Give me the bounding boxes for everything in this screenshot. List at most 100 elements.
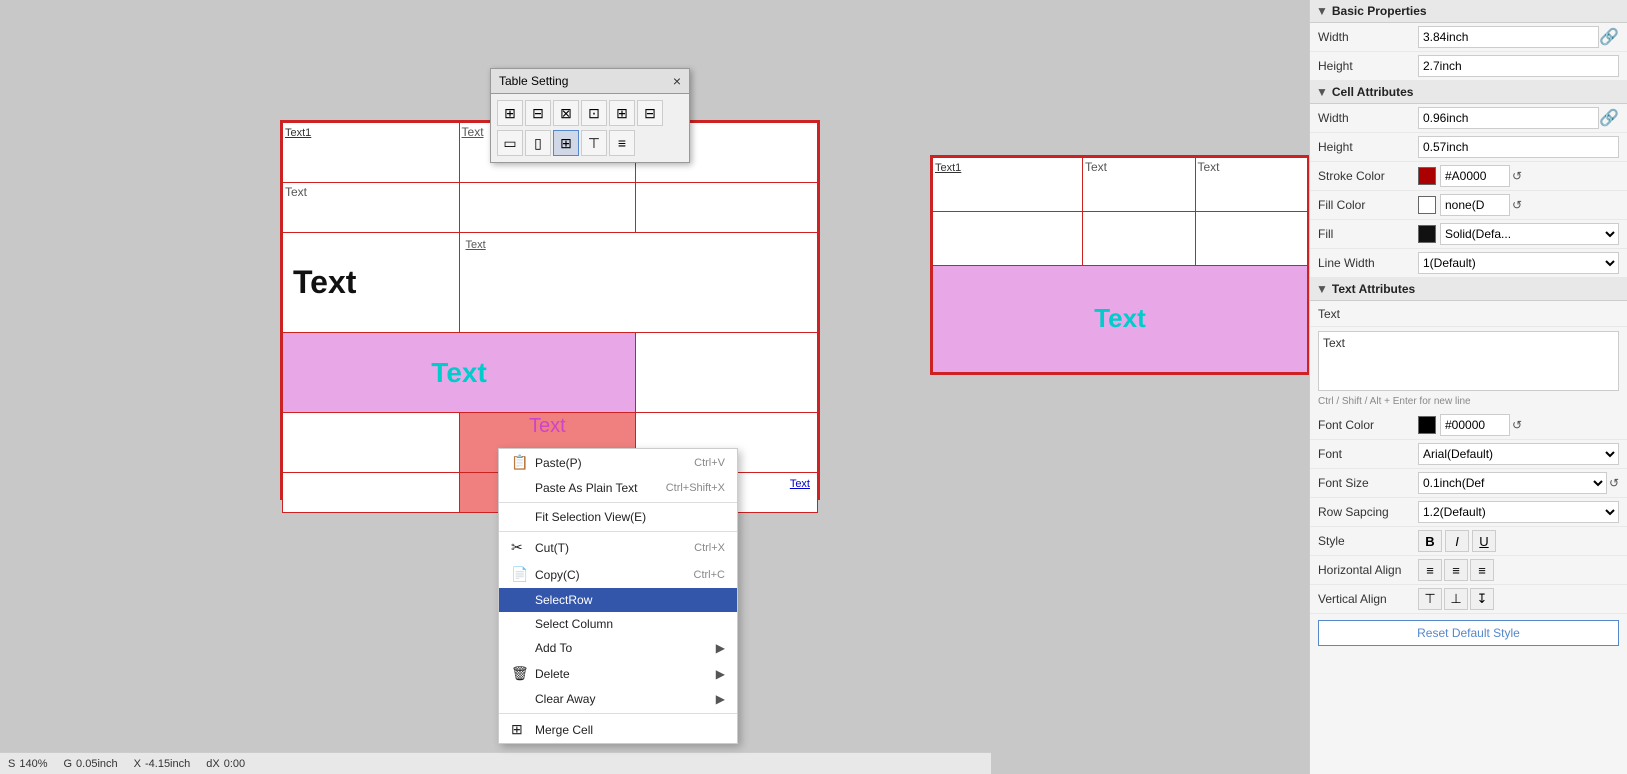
link-proportional-icon[interactable]: 🔗 bbox=[1599, 27, 1619, 47]
font-color-input[interactable] bbox=[1440, 414, 1510, 436]
stroke-color-swatch[interactable] bbox=[1418, 167, 1436, 185]
ctx-clear-label: Clear Away bbox=[535, 692, 716, 706]
table-icon-1[interactable]: ⊞ bbox=[497, 100, 523, 126]
panel-row-width: Width 🔗 bbox=[1310, 23, 1627, 52]
v-align-middle[interactable]: ⊥ bbox=[1444, 588, 1468, 610]
ctx-add-to[interactable]: Add To ▶ bbox=[499, 636, 737, 660]
ctx-paste[interactable]: 📋 Paste(P) Ctrl+V bbox=[499, 449, 737, 476]
ctx-cut[interactable]: ✂ Cut(T) Ctrl+X bbox=[499, 534, 737, 561]
ctx-select-column[interactable]: Select Column bbox=[499, 612, 737, 636]
delete-arrow-icon: ▶ bbox=[716, 667, 725, 681]
delete-icon: 🗑 bbox=[511, 665, 529, 682]
table-icon-9[interactable]: ⊞ bbox=[553, 130, 579, 156]
fill-solid-swatch[interactable] bbox=[1418, 225, 1436, 243]
x-label: X bbox=[134, 758, 141, 770]
h-align-center[interactable]: ≡ bbox=[1444, 559, 1468, 581]
font-size-reset-icon[interactable]: ↺ bbox=[1609, 476, 1619, 490]
text-attributes-header: ▼ Text Attributes bbox=[1310, 278, 1627, 301]
cell-height-label: Height bbox=[1318, 140, 1418, 154]
style-buttons: B I U bbox=[1418, 530, 1496, 552]
panel-row-style: Style B I U bbox=[1310, 527, 1627, 556]
cell-link-icon[interactable]: 🔗 bbox=[1599, 108, 1619, 128]
ctx-add-label: Add To bbox=[535, 641, 716, 655]
ctx-sep2 bbox=[499, 531, 737, 532]
scale-status: S 140% bbox=[8, 758, 47, 770]
status-bar: S 140% G 0.05inch X -4.15inch dX 0:00 bbox=[0, 752, 991, 774]
ctx-paste-shortcut: Ctrl+V bbox=[694, 457, 725, 469]
text-area[interactable]: Text bbox=[1318, 331, 1619, 391]
ctx-fit-label: Fit Selection View(E) bbox=[535, 510, 725, 524]
cell-text1: Text1 bbox=[285, 127, 311, 139]
table-icon-4[interactable]: ⊡ bbox=[581, 100, 607, 126]
panel-row-fill: Fill Solid(Defa... bbox=[1310, 220, 1627, 249]
canvas-area: Text1 Text Text Text Text bbox=[0, 0, 1309, 774]
table-icon-11[interactable]: ≡ bbox=[609, 130, 635, 156]
dialog-close-button[interactable]: × bbox=[673, 73, 681, 89]
stroke-color-reset-icon[interactable]: ↺ bbox=[1512, 169, 1522, 183]
paste-icon: 📋 bbox=[511, 454, 529, 471]
dx-status: dX 0:00 bbox=[206, 758, 245, 770]
right-cell-text3: Text bbox=[1198, 160, 1220, 174]
ctx-copy-shortcut: Ctrl+C bbox=[694, 569, 725, 581]
basic-properties-title: Basic Properties bbox=[1332, 4, 1427, 18]
main-table[interactable]: Text1 Text Text Text Text bbox=[280, 120, 820, 500]
dialog-title: Table Setting bbox=[499, 74, 568, 88]
ctx-copy[interactable]: 📄 Copy(C) Ctrl+C bbox=[499, 561, 737, 588]
h-align-right[interactable]: ≡ bbox=[1470, 559, 1494, 581]
panel-row-fill-color: Fill Color ↺ bbox=[1310, 191, 1627, 220]
collapse-icon-cell[interactable]: ▼ bbox=[1316, 85, 1328, 99]
cell-width-label: Width bbox=[1318, 111, 1418, 125]
width-input[interactable] bbox=[1418, 26, 1599, 48]
row-spacing-label: Row Sapcing bbox=[1318, 505, 1418, 519]
cell-height-input[interactable] bbox=[1418, 136, 1619, 158]
scale-label: S bbox=[8, 758, 15, 770]
table-icon-7[interactable]: ▭ bbox=[497, 130, 523, 156]
h-align-label: Horizontal Align bbox=[1318, 563, 1418, 577]
ctx-delete-label: Delete bbox=[535, 667, 716, 681]
height-input[interactable] bbox=[1418, 55, 1619, 77]
table-icon-2[interactable]: ⊟ bbox=[525, 100, 551, 126]
font-select[interactable]: Arial(Default) bbox=[1418, 443, 1619, 465]
table-icon-3[interactable]: ⊠ bbox=[553, 100, 579, 126]
dx-label: dX bbox=[206, 758, 219, 770]
panel-row-cell-width: Width 🔗 bbox=[1310, 104, 1627, 133]
ctx-merge-cell[interactable]: ⊞ Merge Cell bbox=[499, 716, 737, 743]
h-align-left[interactable]: ≡ bbox=[1418, 559, 1442, 581]
ctx-clear-away[interactable]: Clear Away ▶ bbox=[499, 687, 737, 711]
table-icon-10[interactable]: ⊤ bbox=[581, 130, 607, 156]
ctx-delete[interactable]: 🗑 Delete ▶ bbox=[499, 660, 737, 687]
cell-attributes-title: Cell Attributes bbox=[1332, 85, 1414, 99]
underline-button[interactable]: U bbox=[1472, 530, 1496, 552]
bold-button[interactable]: B bbox=[1418, 530, 1442, 552]
font-color-swatch[interactable] bbox=[1418, 416, 1436, 434]
v-align-bottom[interactable]: ↧ bbox=[1470, 588, 1494, 610]
ctx-select-row[interactable]: SelectRow bbox=[499, 588, 737, 612]
stroke-color-input[interactable] bbox=[1440, 165, 1510, 187]
panel-row-height: Height bbox=[1310, 52, 1627, 81]
ctx-fit-selection[interactable]: Fit Selection View(E) bbox=[499, 505, 737, 529]
cell-width-input[interactable] bbox=[1418, 107, 1599, 129]
fill-color-reset-icon[interactable]: ↺ bbox=[1512, 198, 1522, 212]
row-spacing-select[interactable]: 1.2(Default) bbox=[1418, 501, 1619, 523]
x-value: -4.15inch bbox=[145, 758, 190, 770]
fill-select[interactable]: Solid(Defa... bbox=[1440, 223, 1619, 245]
table-icon-5[interactable]: ⊞ bbox=[609, 100, 635, 126]
line-width-select[interactable]: 1(Default) bbox=[1418, 252, 1619, 274]
ctx-copy-label: Copy(C) bbox=[535, 568, 694, 582]
v-align-top[interactable]: ⊤ bbox=[1418, 588, 1442, 610]
italic-button[interactable]: I bbox=[1445, 530, 1469, 552]
collapse-icon-text[interactable]: ▼ bbox=[1316, 282, 1328, 296]
g-value: 0.05inch bbox=[76, 758, 118, 770]
font-color-reset-icon[interactable]: ↺ bbox=[1512, 418, 1522, 432]
h-align-buttons: ≡ ≡ ≡ bbox=[1418, 559, 1494, 581]
fill-color-swatch[interactable] bbox=[1418, 196, 1436, 214]
ctx-paste-plain[interactable]: Paste As Plain Text Ctrl+Shift+X bbox=[499, 476, 737, 500]
table-icon-8[interactable]: ▯ bbox=[525, 130, 551, 156]
font-size-select[interactable]: 0.1inch(Def bbox=[1418, 472, 1607, 494]
fill-color-input[interactable] bbox=[1440, 194, 1510, 216]
right-table[interactable]: Text1 Text Text Text bbox=[930, 155, 1309, 375]
table-icon-6[interactable]: ⊟ bbox=[637, 100, 663, 126]
text-value: Text bbox=[1323, 336, 1345, 350]
collapse-icon-basic[interactable]: ▼ bbox=[1316, 4, 1328, 18]
reset-default-button[interactable]: Reset Default Style bbox=[1318, 620, 1619, 646]
